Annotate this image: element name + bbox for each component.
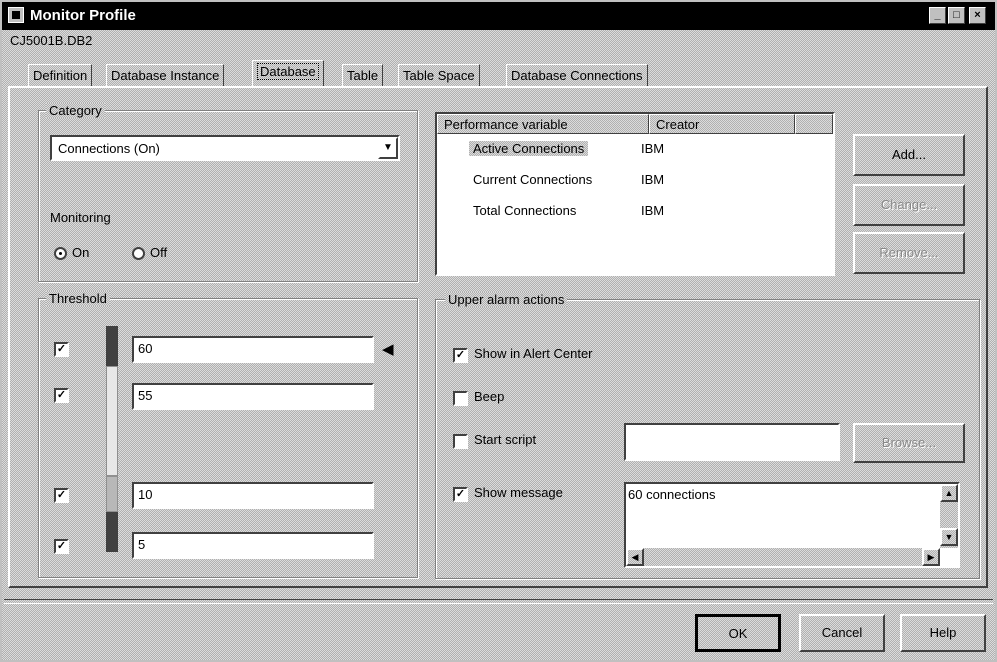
threshold-upper-alarm-field[interactable]: 60 (132, 336, 374, 363)
maximize-button[interactable]: □ (948, 7, 965, 24)
variable-cell: Active Connections (469, 141, 589, 156)
threshold-lower-alarm-checkbox[interactable]: ✓ (54, 539, 69, 554)
message-text-area[interactable]: 60 connections ▲ ▼ ◀ ▶ (624, 482, 960, 568)
scroll-down-icon[interactable]: ▼ (940, 528, 958, 546)
chevron-down-icon[interactable]: ▼ (378, 137, 398, 159)
start-script-checkbox[interactable] (453, 434, 468, 449)
show-in-alert-center-label[interactable]: Show in Alert Center (474, 346, 593, 361)
creator-cell: IBM (641, 172, 665, 187)
monitoring-on-label[interactable]: On (72, 245, 89, 260)
cancel-button[interactable]: Cancel (799, 614, 885, 652)
category-label: Category (46, 103, 105, 118)
tab-table[interactable]: Table (342, 64, 384, 86)
tab-definition[interactable]: Definition (28, 64, 93, 86)
minimize-button[interactable]: _ (929, 7, 946, 24)
start-script-label[interactable]: Start script (474, 432, 536, 447)
threshold-label: Threshold (46, 291, 110, 306)
threshold-upper-warning-field[interactable]: 55 (132, 383, 374, 410)
horizontal-scrollbar[interactable] (626, 548, 940, 566)
monitoring-on-radio[interactable] (54, 247, 67, 260)
category-combo[interactable]: Connections (On) ▼ (50, 135, 400, 161)
creator-cell: IBM (641, 141, 665, 156)
beep-checkbox[interactable] (453, 391, 468, 406)
close-button[interactable]: × (969, 7, 986, 24)
change-button[interactable]: Change... (853, 184, 965, 226)
scroll-up-icon[interactable]: ▲ (940, 484, 958, 502)
add-button[interactable]: Add... (853, 134, 965, 176)
monitoring-label: Monitoring (50, 210, 111, 225)
list-item[interactable]: Active Connections IBM (437, 138, 833, 162)
scroll-right-icon[interactable]: ▶ (922, 548, 940, 566)
show-message-checkbox[interactable]: ✓ (453, 487, 468, 502)
threshold-lower-alarm-field[interactable]: 5 (132, 532, 374, 559)
script-path-field[interactable] (624, 423, 840, 461)
list-item[interactable]: Total Connections IBM (437, 200, 833, 224)
footer-separator (4, 599, 993, 604)
variable-cell: Current Connections (473, 172, 593, 187)
threshold-lower-warning-field[interactable]: 10 (132, 482, 374, 509)
column-header-performance-variable[interactable]: Performance variable (437, 114, 649, 134)
tab-label: Definition (33, 68, 88, 83)
threshold-upper-warning-checkbox[interactable]: ✓ (54, 388, 69, 403)
show-in-alert-center-checkbox[interactable]: ✓ (453, 348, 468, 363)
upper-alarm-actions-label: Upper alarm actions (445, 292, 568, 307)
threshold-lower-warning-checkbox[interactable]: ✓ (54, 488, 69, 503)
threshold-upper-alarm-checkbox[interactable]: ✓ (54, 342, 69, 357)
pointer-arrow-icon: ◀ (382, 341, 394, 358)
column-header-empty (795, 114, 833, 134)
category-value: Connections (On) (58, 141, 160, 156)
monitoring-off-radio[interactable] (132, 247, 145, 260)
tab-label: Table (347, 68, 379, 83)
list-item[interactable]: Current Connections IBM (437, 169, 833, 193)
help-button[interactable]: Help (900, 614, 986, 652)
performance-variable-list[interactable]: Performance variable Creator Active Conn… (435, 112, 835, 276)
window-title: Monitor Profile (30, 7, 136, 24)
tab-database[interactable]: Database (252, 60, 324, 87)
threshold-bar-lower-warning (106, 476, 118, 512)
creator-cell: IBM (641, 203, 665, 218)
remove-button[interactable]: Remove... (853, 232, 965, 274)
tab-label: Database Connections (511, 68, 643, 83)
variable-cell: Total Connections (473, 203, 577, 218)
monitor-profile-window: Monitor Profile _ □ × CJ5001B.DB2 Defini… (0, 0, 997, 662)
title-bar[interactable]: Monitor Profile _ □ × (2, 2, 995, 30)
threshold-bar-lower-alarm (106, 512, 118, 552)
message-text: 60 connections (628, 487, 716, 502)
ok-button[interactable]: OK (695, 614, 781, 652)
tab-table-space[interactable]: Table Space (398, 64, 480, 86)
tab-label: Database (257, 63, 319, 80)
browse-button[interactable]: Browse... (853, 423, 965, 463)
app-icon[interactable] (8, 7, 24, 23)
column-header-creator[interactable]: Creator (649, 114, 795, 134)
tab-label: Database Instance (111, 68, 220, 83)
tab-label: Table Space (403, 68, 475, 83)
monitoring-off-label[interactable]: Off (150, 245, 167, 260)
beep-label[interactable]: Beep (474, 389, 504, 404)
tab-database-instance[interactable]: Database Instance (106, 64, 225, 86)
show-message-label[interactable]: Show message (474, 485, 563, 500)
threshold-bar-normal (106, 366, 118, 476)
database-name: CJ5001B.DB2 (10, 33, 93, 48)
tab-database-connections[interactable]: Database Connections (506, 64, 648, 86)
threshold-bar-upper-alarm (106, 326, 118, 366)
scroll-left-icon[interactable]: ◀ (626, 548, 644, 566)
